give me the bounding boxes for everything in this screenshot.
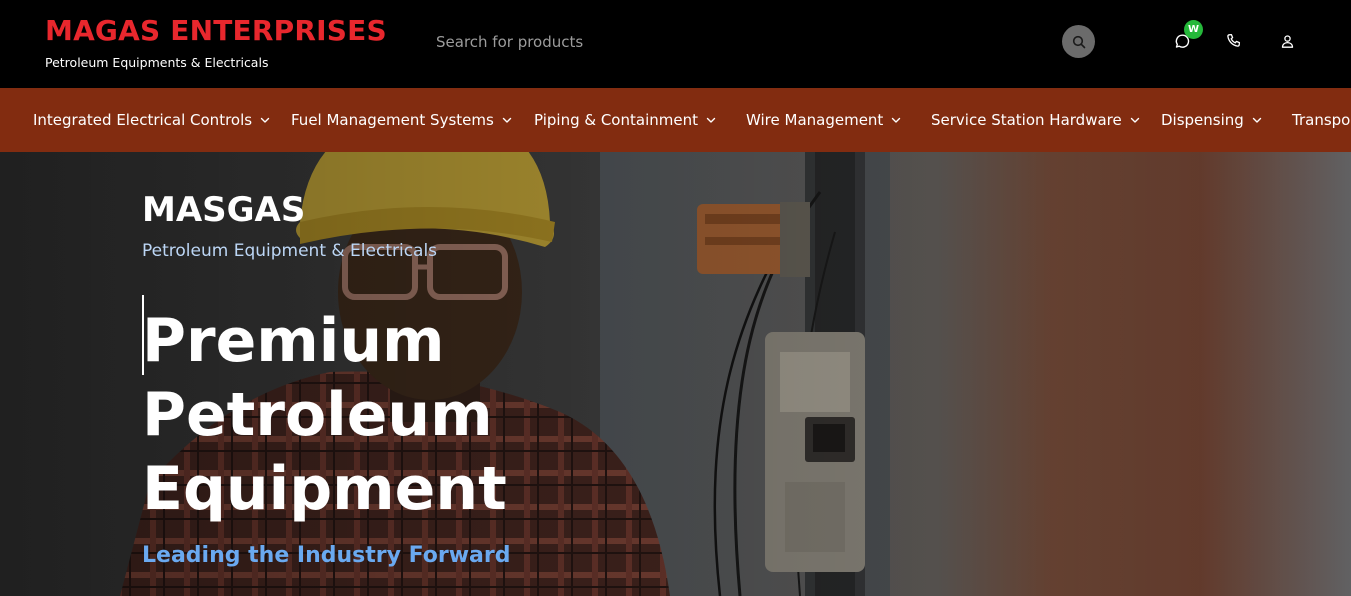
nav-item-label: Service Station Hardware — [931, 111, 1122, 129]
nav-item-integrated-electrical-controls[interactable]: Integrated Electrical Controls — [33, 88, 272, 152]
nav-item-dispensing[interactable]: Dispensing — [1161, 88, 1264, 152]
hero-title-line: Petroleum — [142, 380, 493, 450]
search-button[interactable] — [1062, 25, 1095, 58]
chevron-down-icon — [889, 113, 903, 127]
chevron-down-icon — [500, 113, 514, 127]
hero-tagline: Leading the Industry Forward — [142, 543, 511, 568]
nav-item-wire-management[interactable]: Wire Management — [746, 88, 903, 152]
nav-item-service-station-hardware[interactable]: Service Station Hardware — [931, 88, 1142, 152]
search-icon — [1072, 35, 1085, 48]
nav-item-label: Piping & Containment — [534, 111, 698, 129]
chevron-down-icon — [1250, 113, 1264, 127]
hero-title: Premium Petroleum Equipment — [142, 304, 702, 526]
nav-item-fuel-management-systems[interactable]: Fuel Management Systems — [291, 88, 514, 152]
whatsapp-badge[interactable]: W — [1184, 20, 1203, 39]
chevron-down-icon — [704, 113, 718, 127]
phone-button[interactable] — [1223, 30, 1245, 52]
chevron-down-icon — [258, 113, 272, 127]
nav-item-label: Transpor — [1292, 111, 1351, 129]
nav-item-piping-containment[interactable]: Piping & Containment — [534, 88, 718, 152]
hero-banner: MASGAS Petroleum Equipment & Electricals… — [0, 152, 1351, 596]
main-navigation: Integrated Electrical Controls Fuel Mana… — [0, 88, 1351, 152]
search-bar — [420, 22, 1100, 62]
nav-item-label: Wire Management — [746, 111, 884, 129]
nav-item-label: Dispensing — [1161, 111, 1244, 129]
search-input[interactable] — [420, 22, 1050, 62]
site-header: MAGAS ENTERPRISES Petroleum Equipments &… — [0, 0, 1351, 88]
brand-logo-title[interactable]: MAGAS ENTERPRISES — [45, 14, 387, 47]
hero-title-line: Premium — [142, 306, 445, 376]
nav-item-label: Fuel Management Systems — [291, 111, 494, 129]
hero-brand: MASGAS — [142, 190, 306, 230]
hero-subtitle: Petroleum Equipment & Electricals — [142, 241, 438, 261]
user-icon — [1281, 34, 1293, 48]
nav-item-label: Integrated Electrical Controls — [33, 111, 253, 129]
account-button[interactable] — [1276, 30, 1298, 52]
chevron-down-icon — [1128, 113, 1142, 127]
phone-icon — [1227, 33, 1241, 47]
brand-tagline: Petroleum Equipments & Electricals — [45, 55, 269, 70]
hero-title-line: Equipment — [142, 454, 507, 524]
nav-item-transport[interactable]: Transpor — [1292, 88, 1351, 152]
